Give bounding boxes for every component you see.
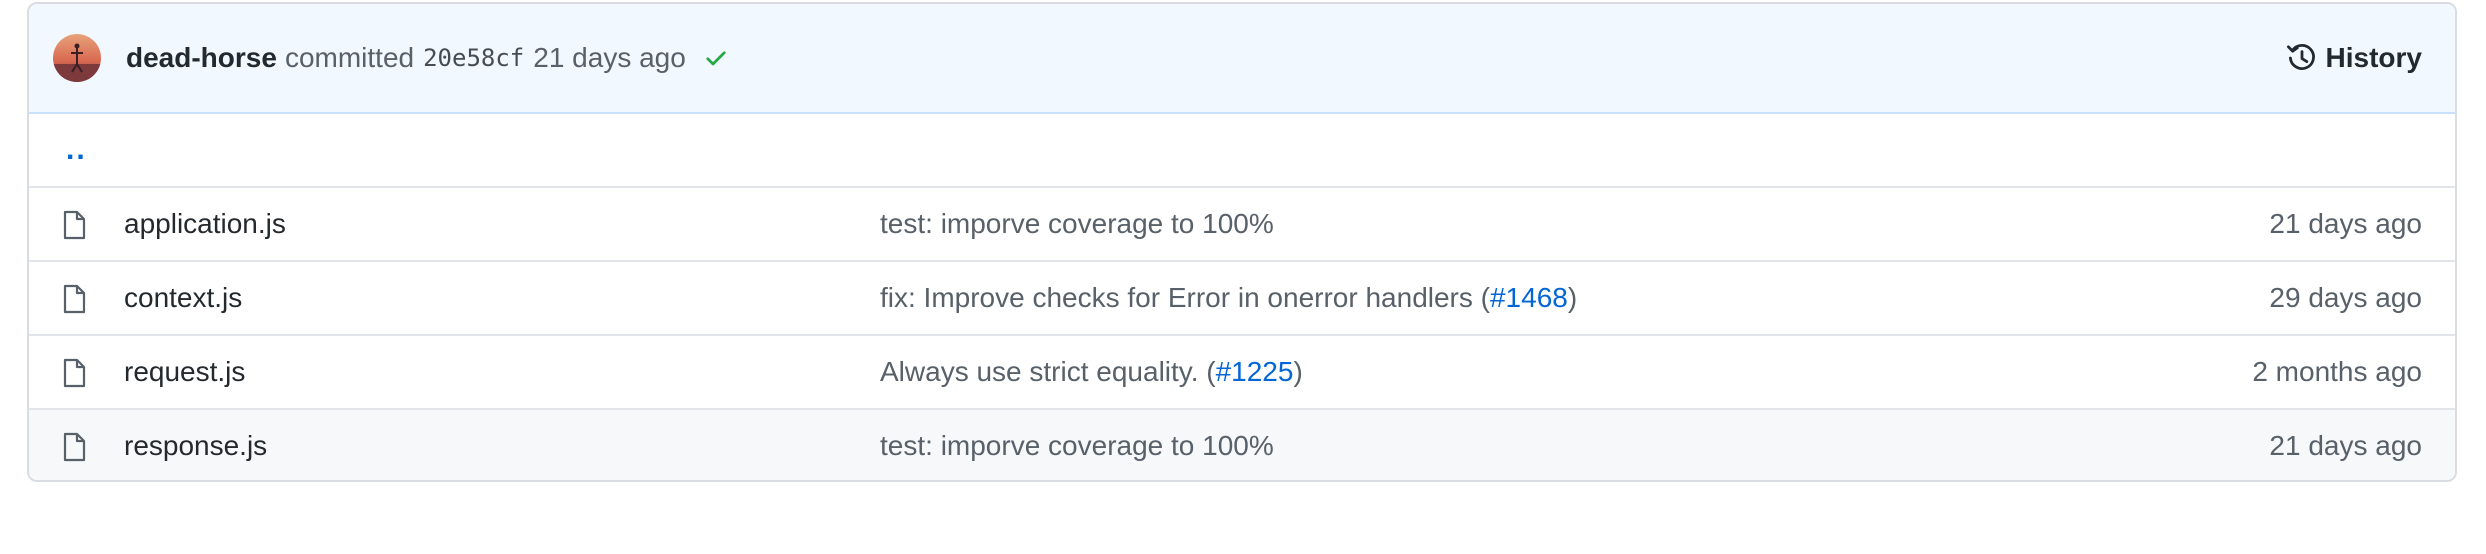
parent-directory-link[interactable]: .. <box>66 133 87 167</box>
file-commit-age: 2 months ago <box>2252 356 2422 387</box>
commit-message-text[interactable]: Always use strict equality. ( <box>880 356 1216 387</box>
commit-verb: committed <box>284 42 415 73</box>
file-name-link[interactable]: application.js <box>124 208 286 240</box>
pull-request-link[interactable]: #1225 <box>1216 356 1294 387</box>
history-link[interactable]: History <box>2286 42 2422 74</box>
commit-message-link[interactable]: test: imporve coverage to 100% <box>880 430 1274 462</box>
parent-directory-row[interactable]: .. <box>29 114 2455 186</box>
file-commit-age: 21 days ago <box>2269 208 2422 239</box>
history-icon <box>2286 43 2315 70</box>
commit-message-link[interactable]: test: imporve coverage to 100% <box>880 208 1274 240</box>
file-icon <box>62 358 86 395</box>
commit-info: dead-horse committed 20e58cf 21 days ago <box>126 42 728 74</box>
commit-message-link[interactable]: Always use strict equality. (#1225) <box>880 356 1303 388</box>
file-browser: dead-horse committed 20e58cf 21 days ago… <box>27 2 2457 482</box>
commit-message-text[interactable]: test: imporve coverage to 100% <box>880 208 1274 239</box>
commit-author-link[interactable]: dead-horse <box>126 42 277 74</box>
file-name-link[interactable]: request.js <box>124 356 245 388</box>
file-commit-age: 21 days ago <box>2269 430 2422 461</box>
file-row: request.js Always use strict equality. (… <box>29 334 2455 408</box>
file-name-link[interactable]: response.js <box>124 430 267 462</box>
check-icon[interactable] <box>704 46 728 70</box>
file-row: application.js test: imporve coverage to… <box>29 186 2455 260</box>
latest-commit-bar: dead-horse committed 20e58cf 21 days ago… <box>29 4 2455 114</box>
file-row: response.js test: imporve coverage to 10… <box>29 408 2455 480</box>
commit-message-text[interactable]: fix: Improve checks for Error in onerror… <box>880 282 1490 313</box>
file-icon <box>62 284 86 321</box>
commit-message-suffix[interactable]: ) <box>1293 356 1302 387</box>
avatar[interactable] <box>53 34 101 82</box>
commit-age: 21 days ago <box>533 42 686 73</box>
history-label: History <box>2325 42 2422 73</box>
pull-request-link[interactable]: #1468 <box>1490 282 1568 313</box>
file-icon <box>62 210 86 247</box>
file-commit-age: 29 days ago <box>2269 282 2422 313</box>
commit-message-suffix[interactable]: ) <box>1568 282 1577 313</box>
commit-message-link[interactable]: fix: Improve checks for Error in onerror… <box>880 282 1577 314</box>
file-name-link[interactable]: context.js <box>124 282 242 314</box>
commit-message-text[interactable]: test: imporve coverage to 100% <box>880 430 1274 461</box>
commit-sha-link[interactable]: 20e58cf <box>423 44 524 72</box>
file-icon <box>62 432 86 469</box>
file-row: context.js fix: Improve checks for Error… <box>29 260 2455 334</box>
